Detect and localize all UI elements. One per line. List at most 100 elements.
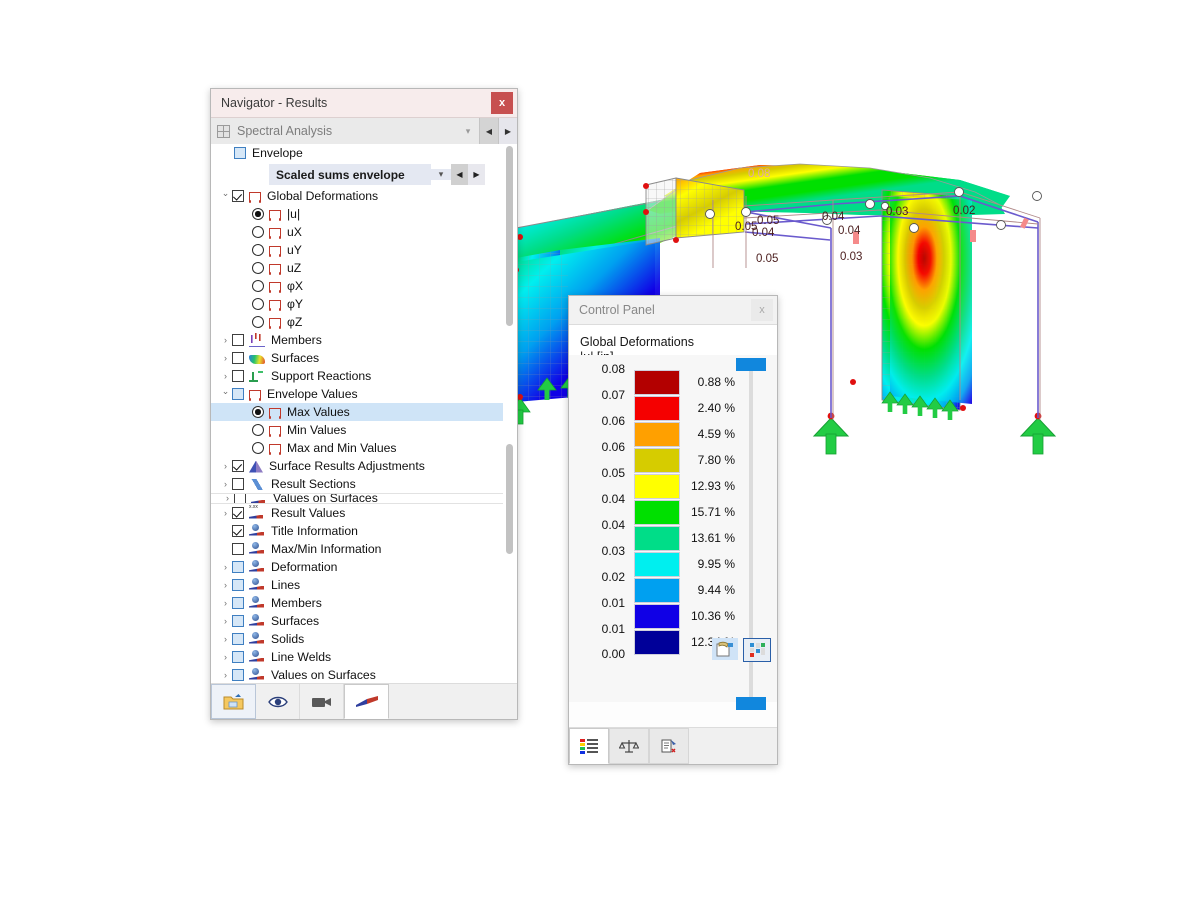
- tree-item-envelope-values[interactable]: Envelope Values: [211, 385, 517, 403]
- checkbox-global-deformations[interactable]: [232, 190, 244, 202]
- checkbox-max-min-information[interactable]: [232, 543, 244, 555]
- analysis-combo-box[interactable]: Spectral Analysis: [211, 124, 457, 138]
- tree-item-u-abs[interactable]: |u|: [211, 205, 517, 223]
- radio-uz[interactable]: [252, 262, 264, 274]
- chevron-down-icon[interactable]: [219, 389, 232, 400]
- chevron-right-icon[interactable]: [219, 670, 232, 680]
- legend-color-swatch[interactable]: [634, 629, 680, 655]
- results-tree[interactable]: Envelope Scaled sums envelope ▾ ◀ ▶ Glob…: [211, 144, 517, 683]
- prev-analysis-button[interactable]: ◀: [479, 118, 498, 144]
- tree-item-phix[interactable]: φX: [211, 277, 517, 295]
- tree-item-envelope[interactable]: Envelope: [211, 144, 517, 162]
- checkbox-surfaces[interactable]: [232, 352, 244, 364]
- tree-item-clipped[interactable]: Values on Surfaces: [211, 494, 517, 503]
- checkbox-result-values[interactable]: [232, 507, 244, 519]
- tree-item-deformation[interactable]: Deformation: [211, 558, 517, 576]
- tree-item-uz[interactable]: uZ: [211, 259, 517, 277]
- chevron-right-icon[interactable]: [219, 353, 232, 363]
- slider-handle-bottom[interactable]: [736, 697, 766, 710]
- tree-item-max-and-min-values[interactable]: Max and Min Values: [211, 439, 517, 457]
- checkbox-deformation[interactable]: [232, 561, 244, 573]
- chevron-right-icon[interactable]: [219, 598, 232, 608]
- views-navigator-button[interactable]: [256, 684, 300, 719]
- radio-max-values[interactable]: [252, 406, 264, 418]
- tree-item-phiz[interactable]: φZ: [211, 313, 517, 331]
- close-icon[interactable]: x: [751, 299, 773, 321]
- radio-min-values[interactable]: [252, 424, 264, 436]
- chevron-right-icon[interactable]: [219, 479, 232, 489]
- tree-item-title-information[interactable]: Title Information: [211, 522, 517, 540]
- legend-color-swatch[interactable]: [634, 369, 680, 395]
- project-navigator-button[interactable]: [211, 684, 256, 719]
- legend-color-swatch[interactable]: [634, 473, 680, 499]
- envelope-type-combo[interactable]: Scaled sums envelope ▾ ◀ ▶: [269, 164, 485, 185]
- tree-item-ux[interactable]: uX: [211, 223, 517, 241]
- radio-phix[interactable]: [252, 280, 264, 292]
- legend-color-swatch[interactable]: [634, 551, 680, 577]
- chevron-down-icon[interactable]: ▾: [431, 169, 451, 180]
- navigator-results-window[interactable]: Navigator - Results x Spectral Analysis …: [210, 88, 518, 720]
- checkbox-result-sections[interactable]: [232, 478, 244, 490]
- control-panel-tabs[interactable]: [569, 727, 777, 764]
- color-scale-tab[interactable]: [569, 728, 609, 764]
- analysis-combo[interactable]: Spectral Analysis ▾ ◀ ▶: [211, 118, 517, 145]
- prev-envelope-button[interactable]: ◀: [451, 164, 468, 185]
- tree-item-result-sections[interactable]: Result Sections: [211, 475, 517, 493]
- display-navigator-button[interactable]: [344, 684, 389, 719]
- radio-uy[interactable]: [252, 244, 264, 256]
- radio-u-abs[interactable]: [252, 208, 264, 220]
- tree-item-min-values[interactable]: Min Values: [211, 421, 517, 439]
- checkbox-line-welds[interactable]: [232, 651, 244, 663]
- close-icon[interactable]: x: [491, 92, 513, 114]
- radio-phiz[interactable]: [252, 316, 264, 328]
- factors-tab[interactable]: [609, 728, 649, 764]
- envelope-checkbox[interactable]: [234, 147, 246, 159]
- color-scale-actions[interactable]: [712, 638, 771, 662]
- legend-color-swatch[interactable]: [634, 395, 680, 421]
- checkbox-members2[interactable]: [232, 597, 244, 609]
- radio-ux[interactable]: [252, 226, 264, 238]
- chevron-right-icon[interactable]: [219, 562, 232, 572]
- tree-item-line-welds[interactable]: Line Welds: [211, 648, 517, 666]
- radio-max-and-min-values[interactable]: [252, 442, 264, 454]
- tree-item-global-deformations[interactable]: Global Deformations: [211, 187, 517, 205]
- tree-item-surfaces2[interactable]: Surfaces: [211, 612, 517, 630]
- chevron-right-icon[interactable]: [219, 580, 232, 590]
- tree-scrollbar[interactable]: [503, 144, 517, 683]
- checkbox-surface-results-adjustments[interactable]: [232, 460, 244, 472]
- palette-edit-button[interactable]: [712, 638, 738, 660]
- tree-item-members[interactable]: Members: [211, 331, 517, 349]
- checkbox-envelope-values[interactable]: [232, 388, 244, 400]
- checkbox-values-on-surfaces[interactable]: [232, 669, 244, 681]
- chevron-right-icon[interactable]: [219, 371, 232, 381]
- checkbox-surfaces2[interactable]: [232, 615, 244, 627]
- tree-item-result-values[interactable]: Result Values: [211, 504, 517, 522]
- color-bars-button[interactable]: [743, 638, 771, 662]
- control-panel-window[interactable]: Control Panel x Global Deformations |u| …: [568, 295, 778, 765]
- legend-color-swatch[interactable]: [634, 603, 680, 629]
- filter-tab[interactable]: [649, 728, 689, 764]
- legend-color-swatch[interactable]: [634, 577, 680, 603]
- tree-item-phiy[interactable]: φY: [211, 295, 517, 313]
- chevron-right-icon[interactable]: [219, 652, 232, 662]
- chevron-right-icon[interactable]: [219, 616, 232, 626]
- color-legend[interactable]: 0.08 0.88 % 0.07 2.40 % 0.06 4.59 % 0.06 7.80 %…: [569, 362, 777, 661]
- tree-item-members2[interactable]: Members: [211, 594, 517, 612]
- checkbox-lines[interactable]: [232, 579, 244, 591]
- checkbox-title-information[interactable]: [232, 525, 244, 537]
- chevron-right-icon[interactable]: [219, 634, 232, 644]
- tree-item-uy[interactable]: uY: [211, 241, 517, 259]
- chevron-right-icon[interactable]: [219, 461, 232, 471]
- tree-scroll-thumb-lower[interactable]: [506, 444, 513, 554]
- legend-color-swatch[interactable]: [634, 525, 680, 551]
- checkbox-members[interactable]: [232, 334, 244, 346]
- legend-color-swatch[interactable]: [634, 421, 680, 447]
- checkbox-solids[interactable]: [232, 633, 244, 645]
- tree-scroll-thumb-upper[interactable]: [506, 146, 513, 326]
- legend-color-swatch[interactable]: [634, 447, 680, 473]
- radio-phiy[interactable]: [252, 298, 264, 310]
- checkbox-support-reactions[interactable]: [232, 370, 244, 382]
- color-scale-body[interactable]: 0.08 0.88 % 0.07 2.40 % 0.06 4.59 % 0.06 7.80 %…: [569, 355, 777, 710]
- tree-item-surface-results-adjustments[interactable]: Surface Results Adjustments: [211, 457, 517, 475]
- clipped-checkbox[interactable]: [234, 494, 246, 503]
